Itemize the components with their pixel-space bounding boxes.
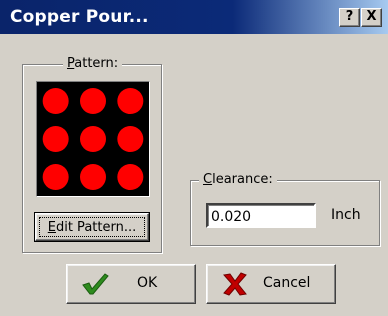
pattern-dots — [42, 88, 144, 190]
cancel-button[interactable]: Cancel — [206, 264, 336, 304]
edit-pattern-button[interactable]: Edit Pattern... — [34, 212, 150, 242]
clearance-group: Clearance: 0.020 Inch — [190, 172, 380, 246]
clearance-group-label: Clearance: — [199, 172, 277, 187]
clearance-input[interactable]: 0.020 — [206, 203, 316, 228]
edit-pattern-label: Edit Pattern... — [39, 217, 145, 237]
clearance-unit-label: Inch — [331, 207, 361, 223]
pattern-dot — [80, 164, 106, 190]
pattern-dot — [117, 126, 144, 152]
pattern-group: Pattern: Edit Pattern... — [22, 56, 162, 253]
window-title: Copper Pour... — [10, 7, 149, 27]
cancel-label: Cancel — [263, 275, 311, 291]
pattern-dot — [117, 164, 144, 190]
checkmark-icon — [82, 273, 109, 295]
x-icon — [223, 272, 247, 296]
pattern-dot — [42, 126, 69, 152]
pattern-group-label: Pattern: — [63, 56, 123, 71]
dialog-body: Pattern: Edit Pattern... Clearance: 0.02… — [0, 34, 388, 316]
pattern-dot — [42, 164, 69, 190]
help-button[interactable]: ? — [339, 8, 360, 27]
ok-button[interactable]: OK — [66, 264, 196, 304]
pattern-dot — [80, 126, 106, 152]
pattern-dot — [42, 88, 69, 114]
pattern-preview — [36, 81, 150, 197]
ok-label: OK — [137, 275, 158, 291]
close-button[interactable]: X — [361, 8, 382, 27]
pattern-dot — [80, 88, 106, 114]
title-bar[interactable]: Copper Pour... ? X — [0, 0, 388, 34]
pattern-dot — [117, 88, 144, 114]
